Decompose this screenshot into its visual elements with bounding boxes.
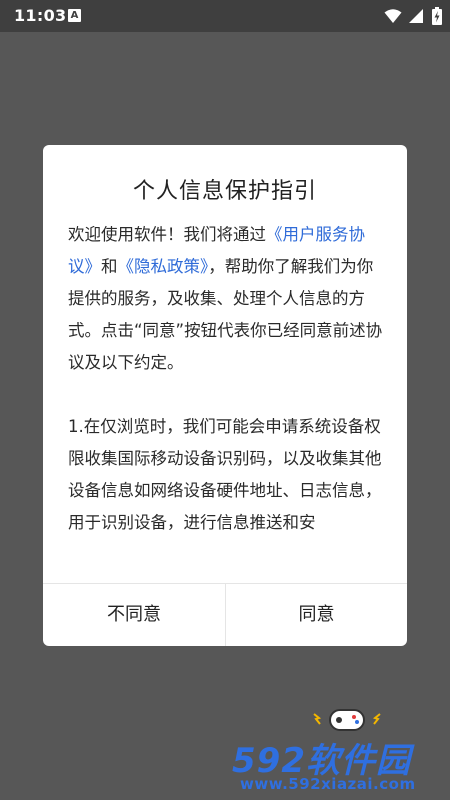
- privacy-dialog: 个人信息保护指引 欢迎使用软件！我们将通过《用户服务协议》和《隐私政策》，帮助你…: [43, 145, 407, 646]
- status-bar: 11:03 A: [0, 0, 450, 32]
- clause-paragraph-1: 1.在仅浏览时，我们可能会申请系统设备权限收集国际移动设备识别码，以及收集其他设…: [68, 417, 382, 532]
- intro-text-2: 和: [101, 257, 118, 276]
- agree-button[interactable]: 同意: [226, 584, 407, 646]
- battery-charging-icon: [432, 7, 442, 25]
- watermark-url: www.592xiazai.com: [240, 775, 416, 793]
- privacy-policy-link[interactable]: 《隐私政策》: [118, 257, 209, 276]
- notification-icon: A: [68, 9, 81, 22]
- status-time: 11:03: [14, 6, 67, 25]
- dialog-title: 个人信息保护指引: [132, 179, 317, 204]
- signal-icon: [409, 9, 423, 23]
- dialog-body[interactable]: 欢迎使用软件！我们将通过《用户服务协议》和《隐私政策》，帮助你了解我们为你提供的…: [68, 219, 386, 581]
- gamepad-mascot-icon: [313, 709, 381, 731]
- wifi-icon: [384, 9, 402, 23]
- disagree-button[interactable]: 不同意: [43, 584, 225, 646]
- intro-text-1: 欢迎使用软件！我们将通过: [68, 225, 266, 244]
- intro-paragraph: 欢迎使用软件！我们将通过《用户服务协议》和《隐私政策》，帮助你了解我们为你提供的…: [68, 219, 386, 379]
